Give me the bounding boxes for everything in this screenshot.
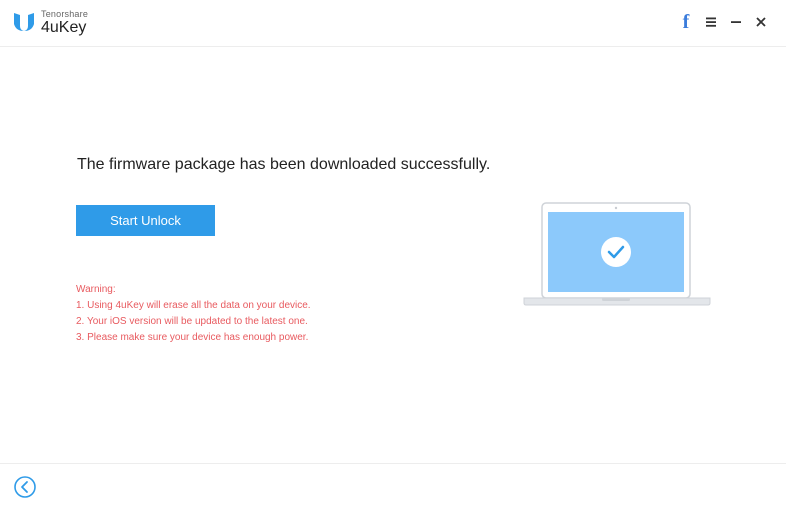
warning-title: Warning: [76,284,116,295]
facebook-glyph: f [682,11,690,33]
minimize-icon[interactable] [729,13,743,31]
start-unlock-button[interactable]: Start Unlock [76,205,215,236]
warning-block: Warning: 1. Using 4uKey will erase all t… [76,282,311,346]
facebook-icon[interactable]: f [679,11,693,33]
close-icon[interactable] [754,13,768,31]
app-name: 4uKey [41,19,87,36]
footer-bar [0,463,786,510]
page-title: The firmware package has been downloaded… [77,156,491,173]
menu-icon[interactable] [704,13,718,31]
warning-item: 3. Please make sure your device has enou… [76,332,309,343]
back-icon[interactable] [14,476,36,498]
logo-icon [14,13,34,31]
window-controls: f [679,11,768,33]
warning-item: 2. Your iOS version will be updated to t… [76,316,308,327]
title-bar: Tenorshare 4uKey f [0,0,786,47]
vendor-name: Tenorshare [41,9,89,19]
laptop-check-icon [523,202,711,306]
warning-item: 1. Using 4uKey will erase all the data o… [76,300,311,311]
